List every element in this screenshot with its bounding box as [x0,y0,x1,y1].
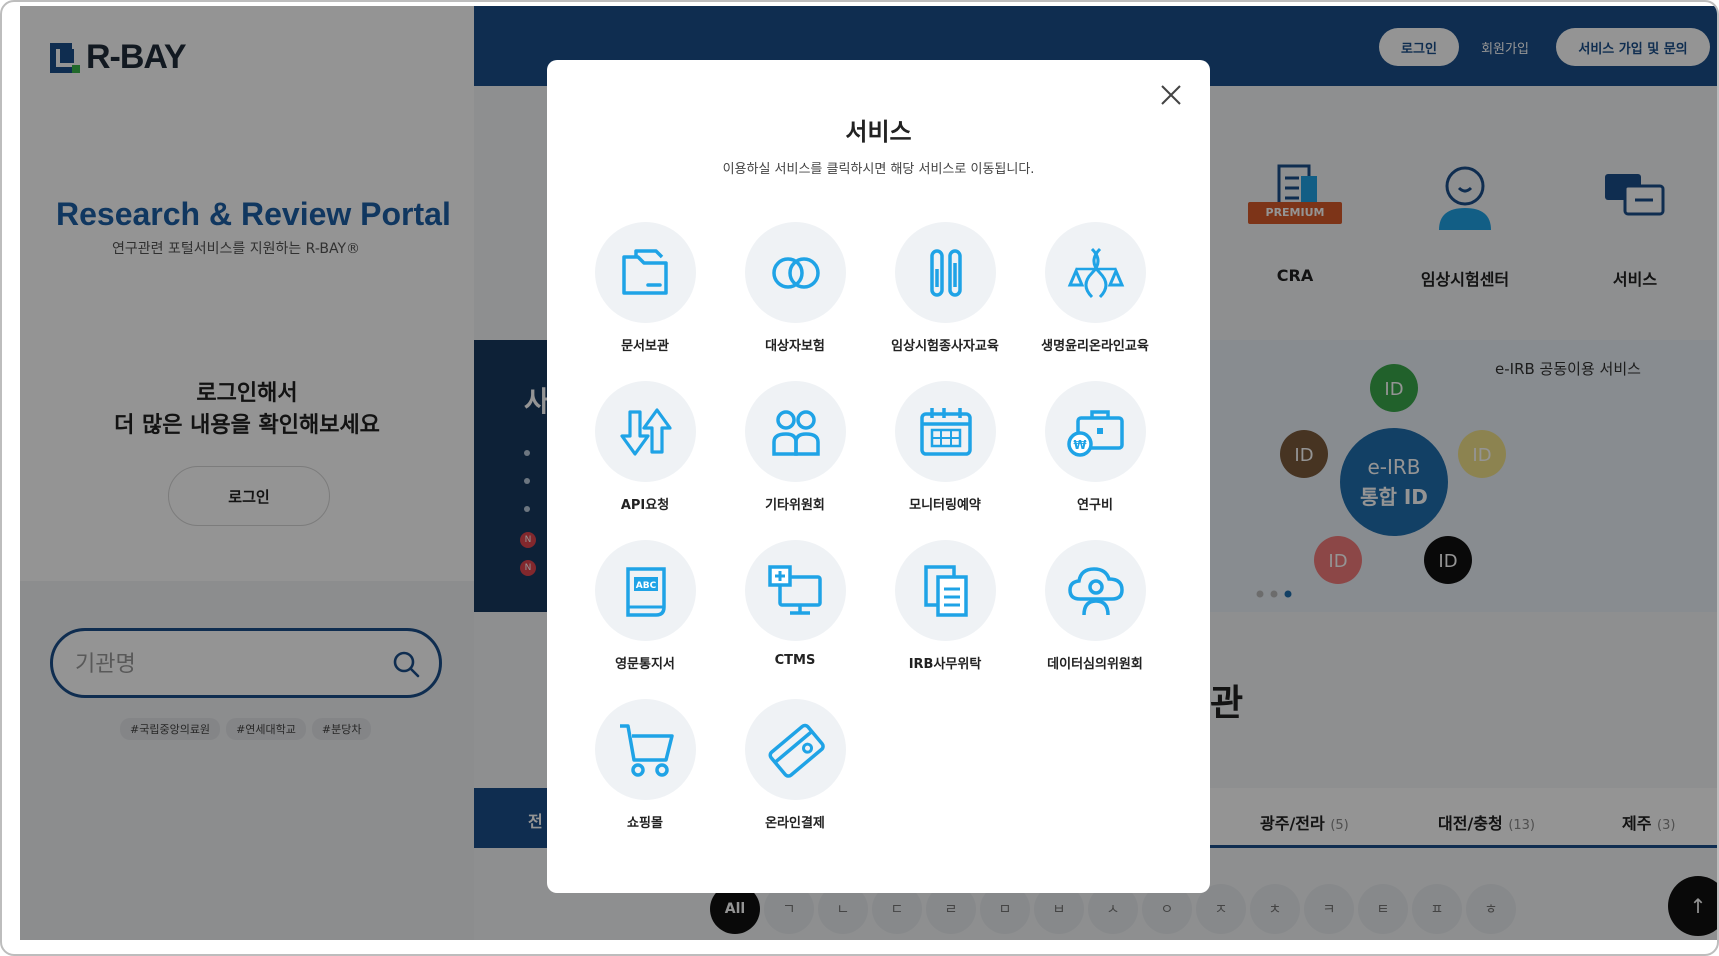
svg-text:ABC: ABC [635,581,656,591]
service-icon-circle [1045,540,1146,641]
service-label: IRB사무위탁 [908,657,982,672]
service-shopping-mall[interactable]: 쇼핑몰 [570,699,720,849]
service-bioethics-online[interactable]: 생명윤리온라인교육 [1020,222,1170,372]
computer-icon [767,564,822,615]
test-tubes-icon [929,248,962,297]
documents-icon [923,564,968,617]
service-data-review-committee[interactable]: 데이터심의위원회 [1020,540,1170,690]
people-icon [771,409,820,456]
modal-title: 서비스 [845,118,912,146]
service-document-storage[interactable]: 문서보관 [570,222,720,372]
cart-icon [619,723,674,777]
service-label: 쇼핑몰 [627,816,663,831]
service-label: 온라인결제 [765,816,825,831]
service-monitoring-reservation[interactable]: 모니터링예약 [870,381,1020,531]
service-label: 생명윤리온라인교육 [1041,339,1149,354]
abc-document-icon: ABC [625,566,666,617]
service-icon-circle [595,381,696,482]
service-icon-circle [895,540,996,641]
service-icon-circle [895,222,996,323]
service-icon-circle: ₩ [1045,381,1146,482]
service-label: 임상시험종사자교육 [891,339,999,354]
service-label: 기타위원회 [765,498,825,513]
rings-icon [771,256,820,289]
service-label: 대상자보험 [765,339,825,354]
service-subject-insurance[interactable]: 대상자보험 [720,222,870,372]
close-icon[interactable] [1158,82,1184,108]
service-icon-circle [1045,222,1146,323]
briefcase-won-icon: ₩ [1066,409,1124,457]
cloud-person-icon [1067,566,1124,615]
service-label: 모니터링예약 [909,498,981,513]
service-research-funds[interactable]: ₩ 연구비 [1020,381,1170,531]
service-icon-circle [745,699,846,800]
service-english-notice[interactable]: ABC 영문통지서 [570,540,720,690]
arrows-updown-icon [619,407,672,456]
service-api-request[interactable]: API요청 [570,381,720,531]
service-icon-circle [745,540,846,641]
service-clinical-staff-training[interactable]: 임상시험종사자교육 [870,222,1020,372]
svg-text:₩: ₩ [1073,438,1087,452]
service-irb-outsourcing[interactable]: IRB사무위탁 [870,540,1020,690]
service-label: 연구비 [1077,498,1113,513]
dna-scale-icon [1067,247,1124,298]
service-icon-circle: ABC [595,540,696,641]
service-icon-circle [595,699,696,800]
folder-icon [621,248,668,295]
service-online-payment[interactable]: 온라인결제 [720,699,870,849]
service-ctms[interactable]: CTMS [720,540,870,690]
service-label: 문서보관 [621,339,669,354]
modal-subtitle: 이용하실 서비스를 클릭하시면 해당 서비스로 이동됩니다. [722,162,1035,177]
page-viewport: R-BAY Research & Review Portal 연구관련 포털서비… [20,6,1717,940]
service-icon-circle [745,381,846,482]
service-icon-circle [745,222,846,323]
service-modal: 서비스 이용하실 서비스를 클릭하시면 해당 서비스로 이동됩니다. 문서보관 … [547,60,1210,893]
calendar-icon [919,407,972,456]
credit-card-icon [768,723,825,778]
service-icon-circle [595,222,696,323]
service-icon-circle [895,381,996,482]
service-label: 데이터심의위원회 [1047,657,1143,672]
service-other-committee[interactable]: 기타위원회 [720,381,870,531]
service-label: CTMS [774,653,816,668]
service-label: 영문통지서 [615,657,675,672]
browser-frame: R-BAY Research & Review Portal 연구관련 포털서비… [0,0,1719,956]
service-label: API요청 [620,498,670,513]
